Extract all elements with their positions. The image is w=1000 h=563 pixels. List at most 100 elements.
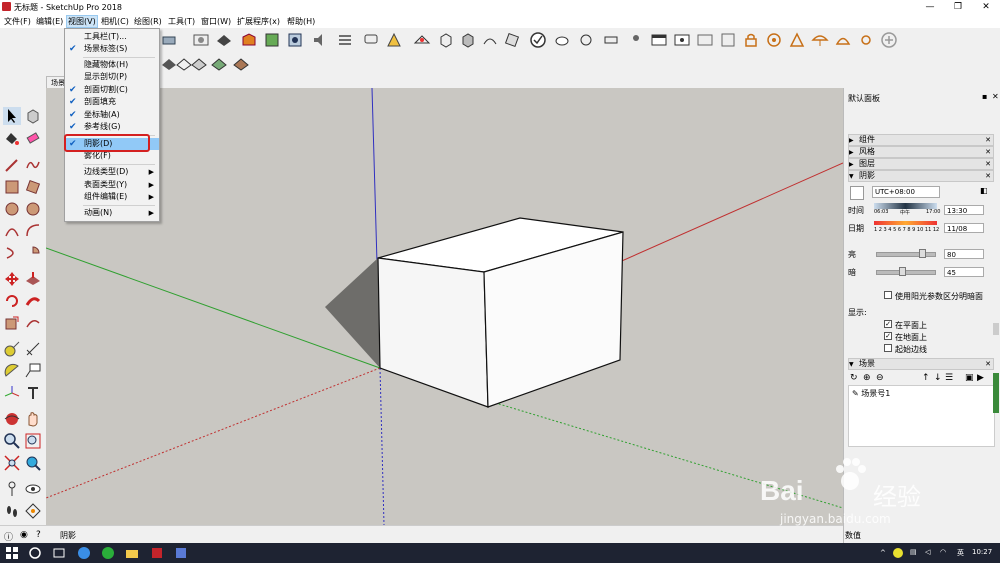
window-alt-icon[interactable] (673, 31, 691, 49)
show-details-icon[interactable]: ▶ (977, 373, 984, 383)
section-plane-tool-icon[interactable] (24, 502, 42, 520)
info-icon[interactable]: ⓘ (4, 530, 13, 543)
hidden-line-style-icon[interactable] (190, 55, 208, 73)
dome-icon[interactable] (834, 31, 852, 49)
shadow-toggle-icon[interactable] (850, 186, 864, 200)
sandbox-icon[interactable] (481, 31, 499, 49)
app-taskbar-icon[interactable] (174, 546, 188, 560)
section-scenes[interactable]: ▼ 场景 ✕ (848, 358, 994, 370)
scene-list-item[interactable]: ✎ 场景号1 (852, 388, 890, 399)
menu-item-section-fill[interactable]: ✔ 剖面填充 (65, 96, 159, 108)
polygon-icon[interactable] (24, 200, 42, 218)
move-down-icon[interactable]: ↓ (934, 373, 942, 383)
camera-position-icon[interactable] (602, 31, 620, 49)
remove-scene-icon[interactable]: ⊖ (876, 373, 884, 383)
zoom-icon[interactable] (3, 432, 21, 450)
cloud-icon[interactable] (577, 31, 595, 49)
tape-measure-icon[interactable] (3, 340, 21, 358)
menu-item-guides[interactable]: ✔ 参考线(G) (65, 121, 159, 133)
folder-icon[interactable] (125, 546, 139, 560)
scene-thumbnail-icon[interactable]: ▣ (965, 373, 974, 383)
on-ground-checkbox[interactable]: ✓ (884, 332, 892, 340)
light-slider-thumb[interactable] (919, 249, 927, 258)
wechat-icon[interactable] (101, 546, 115, 560)
offset-icon[interactable] (24, 314, 42, 332)
time-field[interactable]: 13:30 (944, 205, 984, 215)
menu-file[interactable]: 文件(F) (4, 16, 31, 27)
paint-bucket-icon[interactable] (3, 129, 21, 147)
rotated-rectangle-icon[interactable] (24, 178, 42, 196)
light-slider[interactable] (876, 252, 936, 257)
text-tool-icon[interactable] (24, 362, 42, 380)
timezone-select[interactable]: UTC+08:00 (872, 186, 940, 198)
menu-item-hidden-geometry[interactable]: 隐藏物体(H) (65, 59, 159, 71)
task-view-icon[interactable] (52, 546, 66, 560)
settings-sliders-icon[interactable] (336, 31, 354, 49)
follow-me-icon[interactable] (24, 292, 42, 310)
menu-window[interactable]: 窗口(W) (201, 16, 231, 27)
section-plane-icon[interactable] (413, 31, 431, 49)
sun-shading-checkbox[interactable] (884, 291, 892, 299)
menu-item-animation[interactable]: 动画(N) ▶ (65, 207, 159, 219)
move-icon[interactable] (3, 270, 21, 288)
orbit-icon[interactable] (3, 410, 21, 428)
push-pull-icon[interactable] (24, 270, 42, 288)
wifi-icon[interactable]: ◠ (940, 548, 946, 556)
eraser-icon[interactable] (503, 31, 521, 49)
rectangle-icon[interactable] (3, 178, 21, 196)
extension-warehouse-icon[interactable] (263, 31, 281, 49)
menu-item-section-planes[interactable]: 显示剖切(P) (65, 71, 159, 83)
shadow-settings-icon[interactable]: ◧ (980, 186, 988, 195)
section-styles[interactable]: ▶ 风格 ✕ (848, 146, 994, 158)
pan-hand-icon[interactable] (24, 410, 42, 428)
tray-close-icon[interactable]: ✕ (992, 92, 999, 101)
section-components[interactable]: ▶ 组件 ✕ (848, 134, 994, 146)
menu-camera[interactable]: 相机(C) (101, 16, 129, 27)
lock-icon[interactable] (742, 31, 760, 49)
sun-icon[interactable] (857, 31, 875, 49)
menu-item-section-cuts[interactable]: ✔ 剖面切割(C) (65, 84, 159, 96)
textured-style-icon[interactable] (232, 55, 250, 73)
orbit-tool-icon[interactable] (160, 31, 178, 49)
close-button[interactable]: ✕ (972, 0, 1000, 14)
window-icon[interactable] (650, 31, 668, 49)
protractor-icon[interactable] (788, 31, 806, 49)
scale-icon[interactable] (3, 314, 21, 332)
circle-icon[interactable] (3, 200, 21, 218)
menu-item-toolbars[interactable]: 工具栏(T)... (65, 31, 159, 43)
pin-icon[interactable]: ▪ (982, 92, 987, 101)
position-camera-icon[interactable] (3, 480, 21, 498)
menu-item-axes[interactable]: ✔ 坐标轴(A) (65, 109, 159, 121)
box-front-face[interactable] (377, 257, 489, 408)
walk-icon[interactable] (627, 31, 645, 49)
refresh-icon[interactable]: ↻ (850, 373, 858, 383)
network-icon[interactable]: ▤ (910, 548, 917, 556)
menu-help[interactable]: 帮助(H) (287, 16, 315, 27)
plus-circle-icon[interactable] (880, 31, 898, 49)
pencil-line-icon[interactable] (3, 156, 21, 174)
volume-icon[interactable]: ◁ (925, 548, 930, 556)
menu-tools[interactable]: 工具(T) (168, 16, 195, 27)
tray-scrollbar-thumb[interactable] (993, 323, 999, 335)
menu-item-component-edit[interactable]: 组件编辑(E) ▶ (65, 191, 159, 203)
minimize-button[interactable]: — (916, 0, 944, 14)
view-options-icon[interactable]: ☰ (945, 373, 953, 383)
ime-indicator[interactable]: 英 (957, 548, 964, 558)
section-layers[interactable]: ▶ 图层 ✕ (848, 158, 994, 170)
tray-expand-icon[interactable]: ^ (880, 549, 886, 557)
component-icon[interactable] (286, 31, 304, 49)
eraser-tool-icon[interactable] (24, 129, 42, 147)
section-shadows[interactable]: ▼ 阴影 ✕ (848, 170, 994, 182)
protractor-tool-icon[interactable] (3, 362, 21, 380)
sketchup-taskbar-icon[interactable] (150, 546, 164, 560)
dimension-tool-icon[interactable] (24, 340, 42, 358)
windows-start-icon[interactable] (5, 546, 19, 560)
teapot-icon[interactable] (553, 31, 571, 49)
add-scene-icon[interactable]: ⊕ (863, 373, 871, 383)
warehouse-icon[interactable] (240, 31, 258, 49)
rotate-icon[interactable] (3, 292, 21, 310)
dimension-icon[interactable] (385, 31, 403, 49)
gallery-icon[interactable] (719, 31, 737, 49)
zoom-extents-icon[interactable] (3, 454, 21, 472)
menu-extensions[interactable]: 扩展程序(x) (237, 16, 280, 27)
